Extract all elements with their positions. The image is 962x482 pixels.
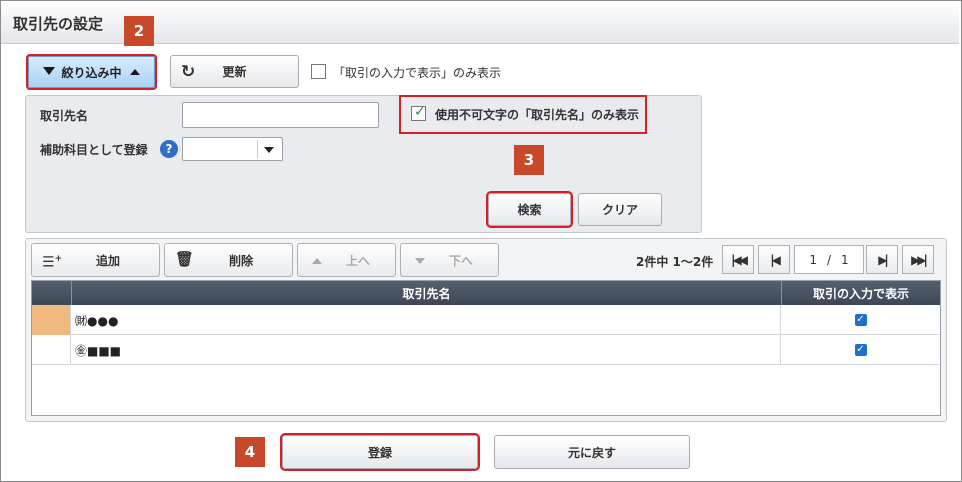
- step-marker-2: 2: [124, 16, 154, 46]
- pager-summary: 2件中 1～2件: [636, 255, 714, 269]
- triangle-down-icon: [415, 258, 425, 264]
- page-separator: /: [826, 252, 832, 267]
- clear-button[interactable]: クリア: [578, 193, 662, 226]
- add-list-icon: ☰+: [42, 254, 63, 271]
- search-button[interactable]: 検索: [486, 191, 573, 228]
- filter-toggle-label: 絞り込み中: [61, 65, 122, 80]
- page-number-field[interactable]: 1 / 1: [794, 245, 864, 274]
- vendor-table: 取引先名 取引の入力で表示 ㈶●●● ✓ ㊎■■■ ✓: [31, 280, 941, 416]
- caret-up-icon: [129, 69, 140, 75]
- revert-button[interactable]: 元に戻す: [494, 435, 690, 469]
- table-row[interactable]: ㈶●●● ✓: [32, 305, 940, 335]
- prev-page-button[interactable]: |◀: [758, 245, 790, 274]
- row-selector[interactable]: [32, 305, 71, 335]
- help-icon[interactable]: ?: [160, 140, 178, 158]
- funnel-icon: [43, 67, 56, 75]
- refresh-icon: ↻: [181, 62, 196, 82]
- row-show-cell: ✓: [781, 335, 940, 365]
- refresh-button[interactable]: ↻ 更新: [170, 55, 299, 88]
- triangle-up-icon: [312, 258, 322, 264]
- clear-label: クリア: [601, 203, 638, 217]
- move-down-button[interactable]: 下へ: [400, 243, 499, 277]
- subaccount-filter-label: 補助科目として登録: [40, 143, 148, 157]
- checkmark-icon: ✓: [414, 104, 426, 120]
- unusable-filter-label: 使用不可文字の「取引先名」のみ表示: [435, 108, 640, 122]
- show-only-checkbox[interactable]: [311, 64, 326, 79]
- first-page-icon: |◀◀: [731, 252, 748, 267]
- search-label: 検索: [517, 203, 542, 217]
- name-filter-label: 取引先名: [40, 109, 89, 123]
- row-show-cell: ✓: [781, 305, 940, 335]
- first-page-button[interactable]: |◀◀: [722, 245, 754, 274]
- step-marker-3: 3: [514, 145, 544, 175]
- table-row[interactable]: ㊎■■■ ✓: [32, 335, 940, 365]
- delete-button[interactable]: 🗑 削除: [164, 243, 293, 277]
- show-checkbox[interactable]: ✓: [854, 314, 867, 326]
- delete-label: 削除: [229, 253, 254, 268]
- refresh-label: 更新: [222, 65, 247, 79]
- table-header-name: 取引先名: [71, 281, 781, 305]
- dropdown-arrow-icon: [264, 147, 274, 153]
- filter-toggle-button[interactable]: 絞り込み中: [26, 54, 157, 90]
- revert-label: 元に戻す: [567, 445, 616, 460]
- row-name: ㈶●●●: [71, 305, 781, 335]
- move-up-button[interactable]: 上へ: [297, 243, 396, 277]
- prev-page-icon: |◀: [770, 252, 780, 267]
- last-page-icon: ▶▶|: [911, 252, 928, 267]
- total-pages: 1: [841, 252, 849, 267]
- register-label: 登録: [367, 445, 392, 460]
- step-marker-4: 4: [235, 437, 265, 467]
- add-label: 追加: [96, 253, 121, 268]
- next-page-icon: ▶|: [878, 252, 888, 267]
- select-divider: [257, 140, 258, 158]
- current-page: 1: [809, 252, 817, 267]
- show-only-label: 「取引の入力で表示」のみ表示: [333, 66, 502, 80]
- last-page-button[interactable]: ▶▶|: [902, 245, 934, 274]
- add-button[interactable]: ☰+ 追加: [31, 243, 160, 277]
- row-name: ㊎■■■: [71, 335, 781, 365]
- move-up-label: 上へ: [346, 253, 371, 268]
- trash-icon: 🗑: [175, 250, 195, 268]
- subaccount-select[interactable]: [182, 137, 283, 161]
- name-filter-input[interactable]: [182, 102, 379, 128]
- unusable-checkbox[interactable]: ✓: [411, 104, 426, 121]
- next-page-button[interactable]: ▶|: [866, 245, 898, 274]
- show-checkbox[interactable]: ✓: [854, 344, 867, 356]
- move-down-label: 下へ: [449, 253, 474, 268]
- row-selector[interactable]: [32, 335, 71, 365]
- table-header-selector: [32, 281, 71, 305]
- page-title: 取引先の設定: [13, 15, 104, 33]
- register-button[interactable]: 登録: [280, 433, 480, 471]
- table-header-show: 取引の入力で表示: [781, 281, 940, 305]
